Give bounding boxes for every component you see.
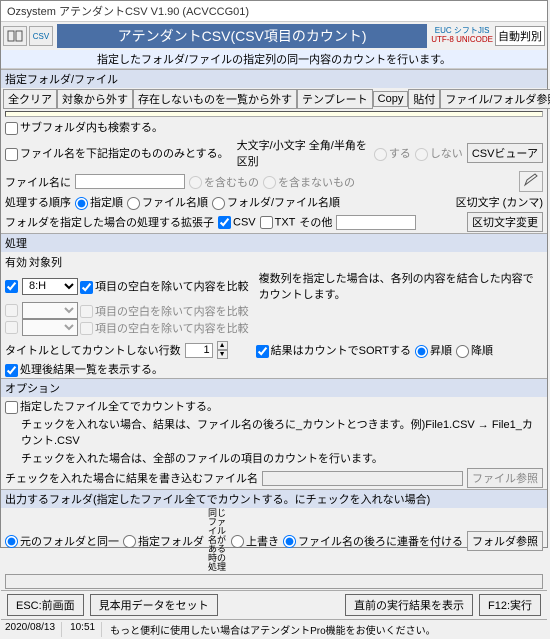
file-ref-button: ファイル参照 [467, 468, 543, 488]
esc-button[interactable]: ESC:前画面 [7, 594, 84, 616]
row1-column-select[interactable]: 8:H [22, 278, 78, 295]
namelimit-checkbox[interactable]: ファイル名を下記指定のもののみとする。 [5, 145, 229, 161]
encoding-badge: EUC シフトJIS UTF-8 UNICODE [431, 27, 493, 45]
ext-other-input[interactable] [336, 215, 416, 230]
row2-enable-checkbox[interactable] [5, 304, 18, 317]
ext-csv-checkbox[interactable]: CSV [218, 216, 256, 229]
out-same-radio[interactable]: 元のフォルダと同一 [5, 533, 119, 549]
csv-viewer-button[interactable]: CSVビューア [467, 143, 543, 163]
subfolder-checkbox[interactable]: サブフォルダ内も検索する。 [5, 119, 163, 135]
window-title: Ozsystem アテンダントCSV V1.90 (ACVCCG01) [1, 1, 547, 22]
option-note2: チェックを入れた場合は、全部のファイルの項目のカウントを行います。 [21, 450, 383, 466]
sample-button[interactable]: 見本用データをセット [90, 594, 218, 616]
row3-enable-checkbox[interactable] [5, 321, 18, 334]
order-spec-radio[interactable]: 指定順 [75, 194, 123, 210]
folder-ref-button[interactable]: フォルダ参照 [467, 531, 543, 551]
f12-execute-button[interactable]: F12:実行 [479, 594, 541, 616]
option-note1: チェックを入れない場合、結果は、ファイル名の後ろに_カウントとつきます。例)Fi… [21, 416, 543, 448]
section-process: 処理 [1, 233, 547, 252]
section-folder: 指定フォルダ/ファイル [1, 69, 547, 88]
book-icon[interactable] [3, 26, 27, 46]
valid-header: 有効 [5, 254, 27, 270]
desc-radio[interactable]: 降順 [456, 342, 493, 358]
serial-radio[interactable]: ファイル名の後ろに連番を付ける [283, 533, 463, 549]
csv-icon[interactable]: CSV [29, 26, 53, 46]
spin-down-icon[interactable]: ▼ [217, 350, 228, 359]
ext-txt-checkbox[interactable]: TXT [260, 216, 296, 229]
row3-column-select [22, 319, 78, 336]
out-folder-input [5, 574, 543, 589]
paste-button[interactable]: 貼付 [408, 89, 440, 109]
row3-trim-checkbox: 項目の空白を除いて内容を比較 [80, 320, 249, 336]
row1-enable-checkbox[interactable] [5, 280, 18, 293]
multi-col-note: 複数列を指定した場合は、各列の内容を結合した内容でカウントします。 [259, 270, 543, 302]
autodetect-button[interactable]: 自動判別 [495, 26, 545, 46]
row2-trim-checkbox: 項目の空白を除いて内容を比較 [80, 303, 249, 319]
showresult-checkbox[interactable]: 処理後結果一覧を表示する。 [5, 361, 163, 377]
order-folder-radio[interactable]: フォルダ/ファイル名順 [212, 194, 340, 210]
spin-up-icon[interactable]: ▲ [217, 341, 228, 350]
notcontain-radio[interactable]: を含まないもの [263, 174, 355, 190]
contain-radio[interactable]: を含むもの [189, 174, 259, 190]
overwrite-radio[interactable]: 上書き [231, 533, 279, 549]
filename-input[interactable] [75, 174, 185, 189]
asc-radio[interactable]: 昇順 [415, 342, 452, 358]
copy-button[interactable]: Copy [373, 91, 409, 107]
path-list[interactable]: C:¥Users¥ozcr7¥Documents¥CSV見本データ¥sjisお客… [5, 111, 543, 117]
out-spec-radio[interactable]: 指定フォルダ [123, 533, 204, 549]
sort-checkbox[interactable]: 結果はカウントでSORTする [256, 342, 411, 358]
status-date: 2020/08/13 [5, 622, 62, 637]
section-option: オプション [1, 378, 547, 397]
status-time: 10:51 [70, 622, 102, 637]
titlerows-input[interactable] [185, 343, 213, 358]
filename-label: ファイル名に [5, 174, 71, 190]
delimiter-change-button[interactable]: 区切文字変更 [467, 212, 543, 232]
row2-column-select [22, 302, 78, 319]
template-button[interactable]: テンプレート [297, 89, 373, 109]
titlerows-label: タイトルとしてカウントしない行数 [5, 342, 181, 358]
allcount-checkbox[interactable]: 指定したファイル全てでカウントする。 [5, 398, 218, 414]
row1-trim-checkbox[interactable]: 項目の空白を除いて内容を比較 [80, 278, 249, 294]
case-no-radio[interactable]: しない [415, 145, 463, 161]
section-output: 出力するフォルダ(指定したファイル全てでカウントする。にチェックを入れない場合) [1, 489, 547, 508]
order-label: 処理する順序 [5, 194, 71, 210]
ext-other-label: その他 [299, 214, 332, 230]
banner-title: アテンダントCSV(CSV項目のカウント) [57, 24, 427, 48]
target-header: 対象列 [29, 254, 62, 270]
pencil-icon[interactable] [519, 171, 543, 192]
exclude-button[interactable]: 対象から外す [57, 89, 133, 109]
ext-label: フォルダを指定した場合の処理する拡張子 [5, 214, 214, 230]
description: 指定したフォルダ/ファイルの指定列の同一内容のカウントを行います。 [1, 50, 547, 69]
order-filename-radio[interactable]: ファイル名順 [127, 194, 208, 210]
prev-result-button[interactable]: 直前の実行結果を表示 [345, 594, 473, 616]
outfile-label: チェックを入れた場合に結果を書き込むファイル名 [5, 470, 258, 486]
clear-all-button[interactable]: 全クリア [3, 89, 57, 109]
case-yes-radio[interactable]: する [374, 145, 411, 161]
delimiter-label: 区切文字 (カンマ) [456, 194, 543, 210]
status-message: もっと便利に使用したい場合はアテンダントPro機能をお使いください。 [110, 622, 436, 637]
case-label: 大文字/小文字 全角/半角を区別 [237, 137, 370, 169]
samefile-label: 同じファイル名がある時の処理 [208, 509, 227, 572]
remove-nonexist-button[interactable]: 存在しないものを一覧から外す [133, 89, 297, 109]
outfile-input [262, 471, 463, 486]
browse-button[interactable]: ファイル/フォルダ参照 [440, 89, 550, 109]
